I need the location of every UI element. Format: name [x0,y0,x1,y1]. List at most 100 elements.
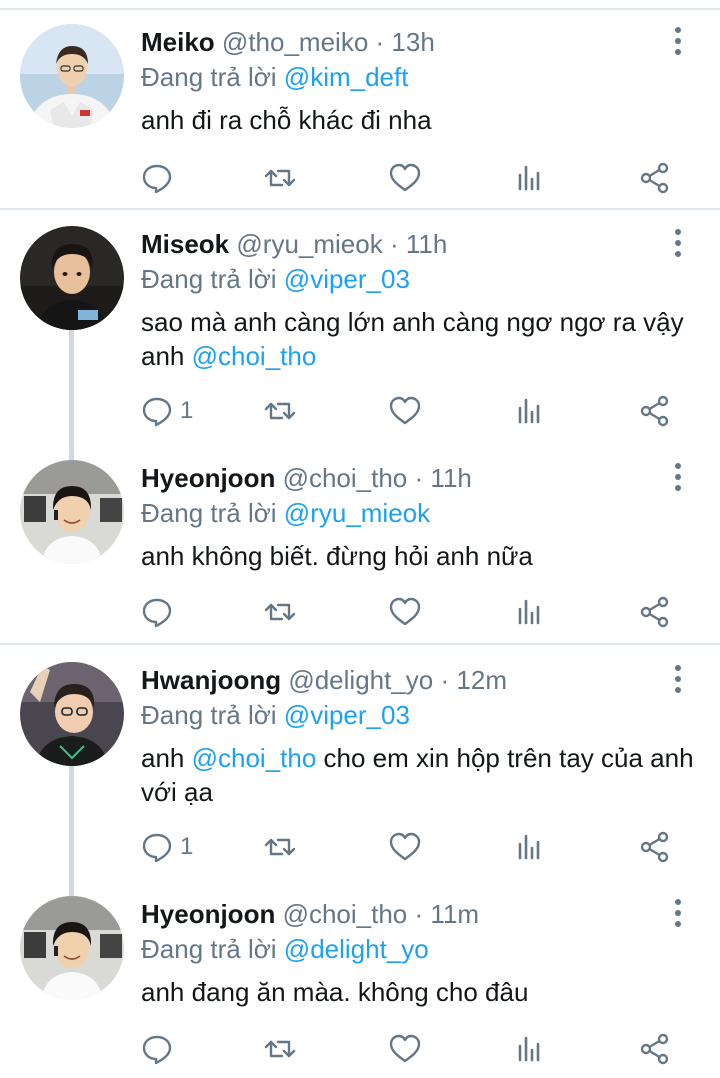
reply-mention[interactable]: @viper_03 [284,264,410,294]
avatar[interactable] [20,226,124,330]
avatar[interactable] [20,896,124,1000]
top-divider [0,8,720,10]
analytics-icon [518,834,540,860]
more-icon[interactable] [664,896,692,930]
text-mention[interactable]: @choi_tho [192,743,317,773]
analytics-button[interactable] [513,158,547,198]
share-button[interactable] [638,592,672,632]
tweet-text: anh @choi_tho cho em xin hộp trên tay củ… [141,741,701,809]
avatar-image [20,460,124,564]
avatar-image [20,226,124,330]
reply-mention[interactable]: @ryu_mieok [284,498,430,528]
tweet-divider [0,643,720,645]
reply-button[interactable]: 1 [140,391,193,431]
tweet-actions: 1 [0,827,720,867]
analytics-button[interactable] [513,1029,547,1069]
username[interactable]: @delight_yo [288,665,433,695]
tweet-actions [0,158,720,198]
reply-icon [142,164,172,194]
share-icon [640,1033,669,1065]
avatar[interactable] [20,460,124,564]
avatar[interactable] [20,24,124,128]
retweet-button[interactable] [263,158,297,198]
tweet-actions [0,1029,720,1069]
reply-mention[interactable]: @viper_03 [284,700,410,730]
text-mention[interactable]: @choi_tho [192,341,317,371]
separator-dot: · [375,27,385,57]
retweet-button[interactable] [263,1029,297,1069]
avatar-image [20,24,124,128]
reply-context: Đang trả lời @viper_03 [141,264,410,294]
reply-button[interactable]: 1 [140,827,193,867]
like-button[interactable] [388,391,422,431]
like-button[interactable] [388,827,422,867]
like-icon [389,396,421,425]
reply-icon [142,397,172,427]
reply-icon [142,598,172,628]
avatar[interactable] [20,662,124,766]
timestamp[interactable]: 11h [430,463,471,493]
share-icon [640,596,669,628]
share-button[interactable] [638,158,672,198]
retweet-icon [264,402,296,420]
timestamp[interactable]: 11h [406,229,447,259]
display-name[interactable]: Hyeonjoon [141,463,275,493]
share-button[interactable] [638,1029,672,1069]
reply-prefix: Đang trả lời [141,934,277,964]
display-name[interactable]: Hyeonjoon [141,899,275,929]
tweet-divider [0,208,720,210]
retweet-button[interactable] [263,391,297,431]
timestamp[interactable]: 12m [456,665,507,695]
display-name[interactable]: Hwanjoong [141,665,281,695]
more-icon[interactable] [664,460,692,494]
avatar-image [20,896,124,1000]
retweet-button[interactable] [263,592,297,632]
reply-context: Đang trả lời @kim_deft [141,62,408,92]
analytics-icon [518,398,540,424]
tweet-text: sao mà anh càng lớn anh càng ngơ ngơ ra … [141,305,701,373]
display-name[interactable]: Meiko [141,27,215,57]
retweet-button[interactable] [263,827,297,867]
reply-button[interactable] [140,1029,180,1069]
reply-context: Đang trả lời @delight_yo [141,934,429,964]
text-part: anh đi ra chỗ khác đi nha [141,105,432,135]
reply-prefix: Đang trả lời [141,700,277,730]
tweet-header: Hyeonjoon @choi_tho · 11h [141,463,472,493]
text-part: anh [141,743,192,773]
like-button[interactable] [388,1029,422,1069]
timestamp[interactable]: 13h [391,27,434,57]
username[interactable]: @tho_meiko [222,27,368,57]
username[interactable]: @choi_tho [283,463,408,493]
analytics-button[interactable] [513,827,547,867]
tweet-header: Hwanjoong @delight_yo · 12m [141,665,507,695]
text-part: anh đang ăn màa. không cho đâu [141,977,529,1007]
username[interactable]: @ryu_mieok [236,229,382,259]
reply-icon [142,1035,172,1065]
display-name[interactable]: Miseok [141,229,229,259]
reply-context: Đang trả lời @viper_03 [141,700,410,730]
like-icon [389,832,421,861]
reply-count: 1 [180,397,194,424]
reply-mention[interactable]: @delight_yo [284,934,429,964]
more-icon[interactable] [664,24,692,58]
share-button[interactable] [638,391,672,431]
timestamp[interactable]: 11m [430,899,479,929]
reply-button[interactable] [140,158,180,198]
more-icon[interactable] [664,226,692,260]
tweet-actions [0,592,720,632]
share-icon [640,395,669,427]
username[interactable]: @choi_tho [283,899,408,929]
reply-count: 1 [180,833,194,860]
reply-mention[interactable]: @kim_deft [284,62,409,92]
analytics-button[interactable] [513,391,547,431]
share-button[interactable] [638,827,672,867]
reply-context: Đang trả lời @ryu_mieok [141,498,430,528]
retweet-icon [264,603,296,621]
analytics-button[interactable] [513,592,547,632]
like-button[interactable] [388,158,422,198]
like-button[interactable] [388,592,422,632]
more-icon[interactable] [664,662,692,696]
reply-button[interactable] [140,592,180,632]
separator-dot: · [414,463,424,493]
tweet-actions: 1 [0,391,720,431]
